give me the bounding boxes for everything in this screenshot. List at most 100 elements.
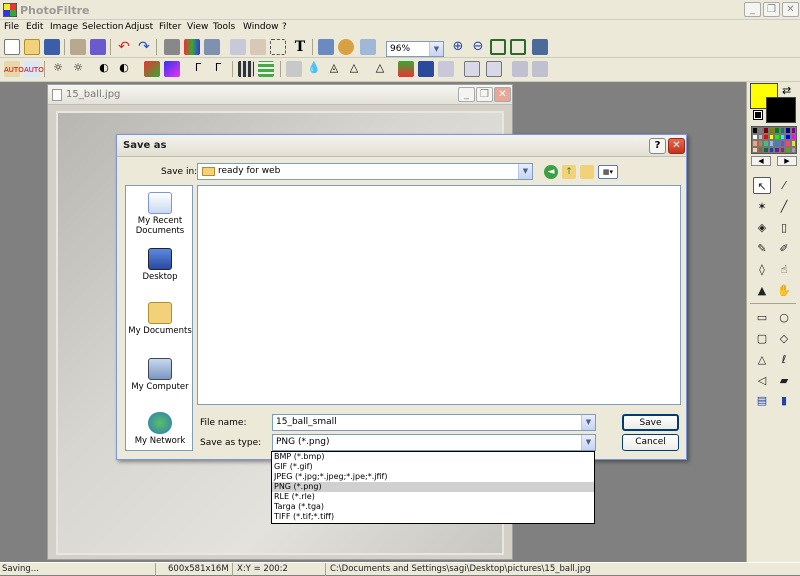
blur-filter-icon[interactable] [286, 61, 302, 77]
menu-window[interactable]: Window [243, 22, 279, 32]
image-maximize-button[interactable]: ❐ [476, 87, 493, 102]
selection-move-icon[interactable]: ▤ [753, 392, 771, 409]
gradient-icon[interactable] [398, 61, 414, 77]
resize-icon[interactable] [204, 39, 220, 55]
ellipse-icon[interactable]: ○ [775, 309, 793, 326]
frame-icon[interactable] [418, 61, 434, 77]
file-list[interactable] [197, 185, 681, 405]
zoom-select[interactable]: 96% ▼ [386, 41, 444, 57]
pointer-icon[interactable]: ↖ [753, 177, 771, 194]
line-icon[interactable]: ╱ [775, 198, 793, 215]
fill-icon[interactable]: ◈ [753, 219, 771, 236]
type-option-rle[interactable]: RLE (*.rle) [272, 492, 594, 502]
back-icon[interactable]: ◄ [544, 165, 558, 179]
rounded-rect-icon[interactable]: ▢ [753, 330, 771, 347]
place-computer[interactable]: My Computer [126, 358, 194, 392]
texture-icon[interactable] [438, 61, 454, 77]
save-in-select[interactable]: ready for web ▼ [197, 163, 533, 180]
swap-colors-icon[interactable]: ⇄ [782, 84, 791, 97]
mosaic-icon[interactable] [238, 61, 254, 77]
triangle-icon[interactable]: △ [753, 351, 771, 368]
emboss-icon[interactable]: △ [372, 61, 388, 77]
brightness-minus-icon[interactable]: ☼ [50, 61, 66, 77]
color-palette[interactable] [751, 126, 797, 154]
sharpen-icon[interactable]: ◬ [326, 61, 342, 77]
type-option-targa[interactable]: Targa (*.tga) [272, 502, 594, 512]
image-close-button[interactable]: ✕ [494, 87, 511, 102]
scan-icon[interactable] [90, 39, 106, 55]
menu-selection[interactable]: Selection [82, 22, 123, 32]
file-name-input[interactable]: 15_ball_small ▼ [272, 414, 596, 431]
palette-prev-button[interactable]: ◀ [751, 156, 771, 166]
auto-contrast-icon[interactable]: AUTO [24, 61, 44, 77]
grid-icon[interactable] [258, 61, 274, 77]
polygon-icon[interactable]: ◁ [753, 372, 771, 389]
gamma-minus-icon[interactable]: Γ [190, 61, 206, 77]
place-desktop[interactable]: Desktop [126, 248, 194, 282]
rotate-right-icon[interactable] [532, 61, 548, 77]
lasso-icon[interactable]: ℓ [775, 351, 793, 368]
maximize-button[interactable]: ❐ [763, 2, 780, 17]
browser-icon[interactable] [360, 39, 376, 55]
type-option-tiff[interactable]: TIFF (*.tif;*.tiff) [272, 512, 594, 522]
rectangle-icon[interactable]: ▭ [753, 309, 771, 326]
brush-icon[interactable]: ✎ [753, 240, 771, 257]
smudge-icon[interactable]: ✐ [775, 240, 793, 257]
type-option-gif[interactable]: GIF (*.gif) [272, 462, 594, 472]
cancel-button[interactable]: Cancel [622, 434, 679, 451]
spray-icon[interactable]: ▯ [775, 219, 793, 236]
dialog-help-button[interactable]: ? [649, 138, 666, 154]
canvas-size-icon[interactable] [250, 39, 266, 55]
save-type-select[interactable]: PNG (*.png) ▼ [272, 434, 596, 451]
palette-next-button[interactable]: ▶ [777, 156, 797, 166]
sharpen-more-icon[interactable]: △ [346, 61, 362, 77]
diamond-icon[interactable]: ◇ [775, 330, 793, 347]
image-size-icon[interactable] [230, 39, 246, 55]
default-colors-icon[interactable] [753, 110, 763, 120]
menu-tools[interactable]: Tools [213, 22, 235, 32]
menu-adjust[interactable]: Adjust [125, 22, 153, 32]
saturation-plus-icon[interactable] [164, 61, 180, 77]
menu-image[interactable]: Image [50, 22, 78, 32]
save-button[interactable]: Save [622, 414, 679, 431]
new-folder-icon[interactable] [580, 165, 594, 179]
finger-icon[interactable]: ☝ [775, 261, 793, 278]
magic-wand-icon[interactable]: ✶ [753, 198, 771, 215]
type-option-jpeg[interactable]: JPEG (*.jpg;*.jpeg;*.jpe;*.jfif) [272, 472, 594, 482]
close-button[interactable]: ✕ [782, 2, 799, 17]
grayscale-icon[interactable] [164, 39, 180, 55]
print-icon[interactable] [70, 39, 86, 55]
blur-icon[interactable]: ◊ [753, 261, 771, 278]
place-recent[interactable]: My Recent Documents [126, 192, 194, 236]
text-icon[interactable]: T [292, 39, 308, 55]
contrast-plus-icon[interactable]: ◐ [116, 61, 132, 77]
type-option-png[interactable]: PNG (*.png) [272, 482, 594, 492]
gamma-plus-icon[interactable]: Γ [210, 61, 226, 77]
drop-icon[interactable]: 💧 [306, 61, 322, 77]
zoom-out-icon[interactable]: ⊖ [470, 39, 486, 55]
stamp-icon[interactable]: ▲ [753, 282, 771, 299]
new-icon[interactable] [4, 39, 20, 55]
minimize-button[interactable]: _ [744, 2, 761, 17]
fit-icon[interactable] [510, 39, 526, 55]
contrast-minus-icon[interactable]: ◐ [96, 61, 112, 77]
explorer-icon[interactable] [318, 39, 334, 55]
menu-view[interactable]: View [187, 22, 208, 32]
eyedropper-icon[interactable]: ⁄ [775, 177, 793, 194]
flip-h-icon[interactable] [464, 61, 480, 77]
background-color-swatch[interactable] [766, 97, 796, 123]
hand-icon[interactable]: ✋ [775, 282, 793, 299]
menu-edit[interactable]: Edit [26, 22, 43, 32]
selection-info-icon[interactable]: ▮ [775, 392, 793, 409]
up-folder-icon[interactable]: ↑ [562, 165, 576, 179]
image-minimize-button[interactable]: _ [458, 87, 475, 102]
view-menu-icon[interactable]: ▦▾ [598, 165, 618, 179]
menu-help[interactable]: ? [282, 22, 287, 32]
type-option-bmp[interactable]: BMP (*.bmp) [272, 452, 594, 462]
plugins-icon[interactable] [338, 39, 354, 55]
saturation-minus-icon[interactable] [144, 61, 160, 77]
dialog-close-button[interactable]: ✕ [668, 138, 685, 154]
redo-icon[interactable]: ↷ [136, 39, 152, 55]
place-documents[interactable]: My Documents [126, 302, 194, 336]
save-icon[interactable] [44, 39, 60, 55]
